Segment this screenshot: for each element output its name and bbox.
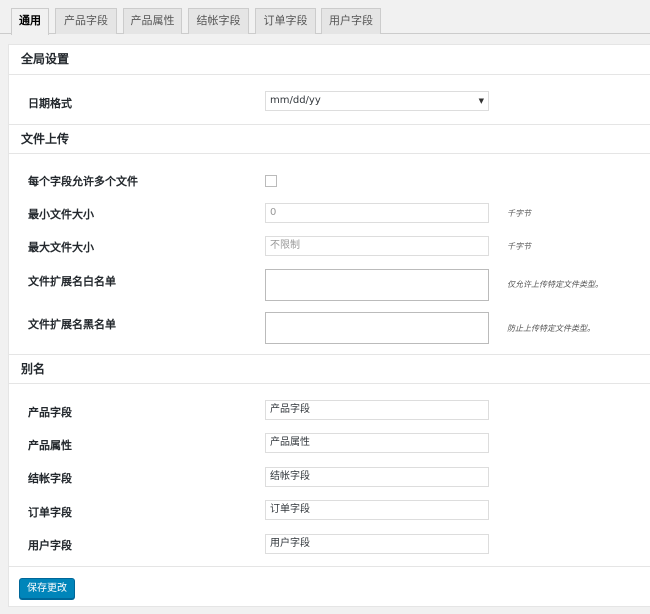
section-file-upload: 文件上传 bbox=[9, 124, 650, 154]
min-file-size-label: 最小文件大小 bbox=[28, 208, 94, 221]
max-file-size-input[interactable]: 不限制 bbox=[265, 236, 489, 256]
date-format-label: 日期格式 bbox=[28, 97, 72, 110]
section-alias: 别名 bbox=[9, 354, 650, 384]
chevron-down-icon: ▼ bbox=[478, 97, 484, 105]
alias-product-attributes-input[interactable]: 产品属性 bbox=[265, 433, 489, 453]
multi-file-checkbox[interactable] bbox=[265, 175, 277, 187]
date-format-value: mm/dd/yy bbox=[270, 95, 321, 106]
max-file-size-label: 最大文件大小 bbox=[28, 241, 94, 254]
alias-product-fields-label: 产品字段 bbox=[28, 406, 72, 419]
tab-product-attributes[interactable]: 产品属性 bbox=[123, 8, 182, 34]
section-global-settings: 全局设置 bbox=[9, 45, 650, 75]
alias-order-fields-label: 订单字段 bbox=[28, 506, 72, 519]
extension-whitelist-textarea[interactable] bbox=[265, 269, 489, 301]
tab-product-fields[interactable]: 产品字段 bbox=[55, 8, 117, 34]
alias-user-fields-input[interactable]: 用户字段 bbox=[265, 534, 489, 554]
footer-divider bbox=[9, 566, 650, 567]
settings-panel: 全局设置 日期格式 mm/dd/yy ▼ 文件上传 每个字段允许多个文件 最小文… bbox=[8, 44, 650, 607]
min-file-size-input[interactable]: 0 bbox=[265, 203, 489, 223]
extension-blacklist-label: 文件扩展名黑名单 bbox=[28, 318, 116, 331]
alias-order-fields-input[interactable]: 订单字段 bbox=[265, 500, 489, 520]
extension-whitelist-hint: 仅允许上传特定文件类型。 bbox=[507, 280, 603, 289]
extension-blacklist-hint: 防止上传特定文件类型。 bbox=[507, 324, 595, 333]
extension-blacklist-textarea[interactable] bbox=[265, 312, 489, 344]
alias-user-fields-label: 用户字段 bbox=[28, 539, 72, 552]
max-file-size-unit: 千字节 bbox=[507, 242, 531, 251]
save-changes-button[interactable]: 保存更改 bbox=[19, 578, 75, 599]
tab-general[interactable]: 通用 bbox=[11, 8, 49, 35]
date-format-select[interactable]: mm/dd/yy ▼ bbox=[265, 91, 489, 111]
extension-whitelist-label: 文件扩展名白名单 bbox=[28, 275, 116, 288]
alias-product-attributes-label: 产品属性 bbox=[28, 439, 72, 452]
alias-product-fields-input[interactable]: 产品字段 bbox=[265, 400, 489, 420]
tab-order-fields[interactable]: 订单字段 bbox=[255, 8, 316, 34]
tab-checkout-fields[interactable]: 结帐字段 bbox=[188, 8, 249, 34]
min-file-size-unit: 千字节 bbox=[507, 209, 531, 218]
multi-file-label: 每个字段允许多个文件 bbox=[28, 175, 138, 188]
alias-checkout-fields-input[interactable]: 结帐字段 bbox=[265, 467, 489, 487]
settings-tabs: 通用 产品字段 产品属性 结帐字段 订单字段 用户字段 bbox=[0, 0, 650, 35]
alias-checkout-fields-label: 结帐字段 bbox=[28, 472, 72, 485]
tab-user-fields[interactable]: 用户字段 bbox=[321, 8, 381, 34]
